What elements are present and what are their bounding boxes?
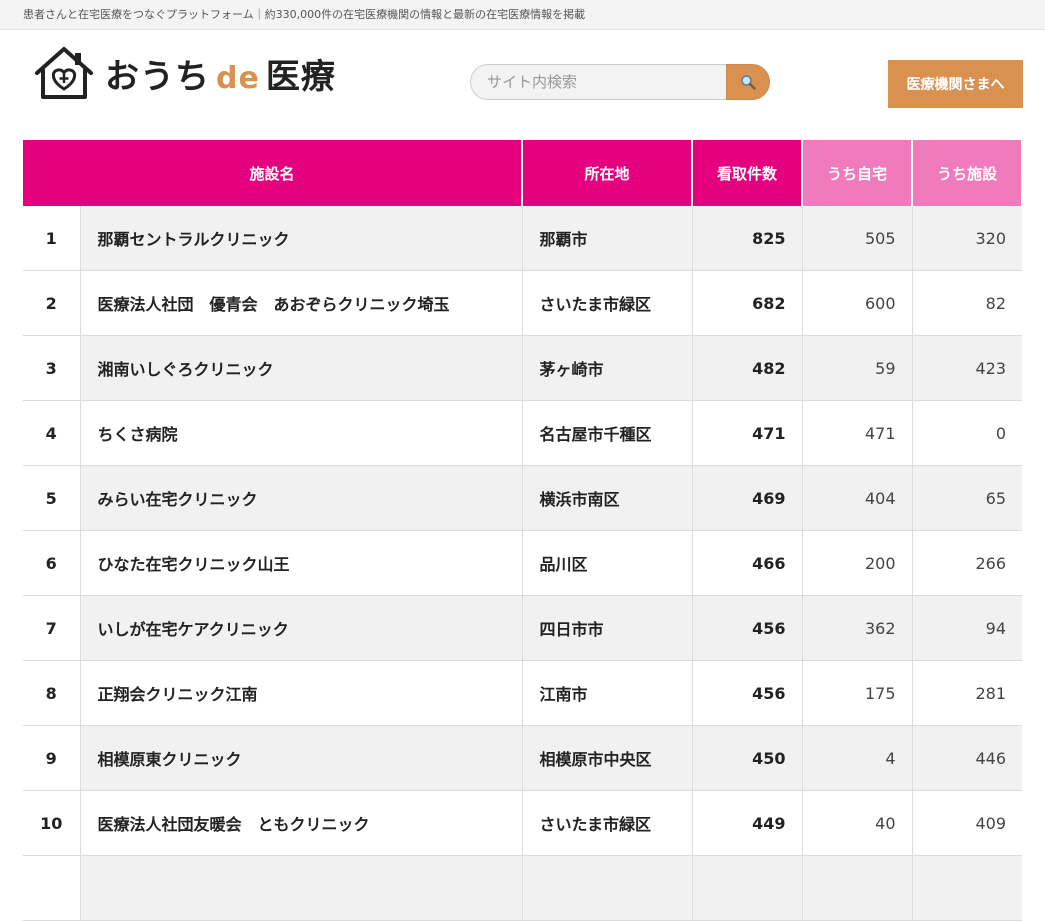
facility-count: 409 [912,790,1023,856]
facility-location-empty [522,855,693,921]
home-count: 40 [802,790,913,856]
rank-number: 9 [23,725,81,791]
facility-location: 横浜市南区 [522,465,693,531]
total-count: 471 [692,400,803,466]
site-logo[interactable]: おうち de 医療 [33,45,336,101]
rank-number: 3 [23,335,81,401]
home-count: 600 [802,270,913,336]
table-row: 10 医療法人社団友暖会 ともクリニック さいたま市緑区 449 40 409 [23,790,1023,856]
site-search [470,64,770,100]
facility-location: 江南市 [522,660,693,726]
table-row: 3 湘南いしぐろクリニック 茅ヶ崎市 482 59 423 [23,335,1023,401]
facility-name[interactable]: 正翔会クリニック江南 [80,660,523,726]
rank-number: 7 [23,595,81,661]
facility-name[interactable]: 医療法人社団 優青会 あおぞらクリニック埼玉 [80,270,523,336]
site-header: おうち de 医療 医療機関さまへ [0,30,1045,140]
search-button[interactable] [726,64,770,100]
home-count: 200 [802,530,913,596]
facility-name[interactable]: ちくさ病院 [80,400,523,466]
table-row: 4 ちくさ病院 名古屋市千種区 471 471 0 [23,400,1023,466]
home-count: 404 [802,465,913,531]
home-count: 505 [802,206,913,271]
table-row: 8 正翔会クリニック江南 江南市 456 175 281 [23,660,1023,726]
total-count: 450 [692,725,803,791]
home-count: 471 [802,400,913,466]
column-header-location: 所在地 [522,140,694,206]
home-count: 362 [802,595,913,661]
logo-text-iryo: 医療 [265,56,336,97]
facility-name[interactable]: 相模原東クリニック [80,725,523,791]
column-header-facility: うち施設 [912,140,1024,206]
facility-name[interactable]: 湘南いしぐろクリニック [80,335,523,401]
facility-location: さいたま市緑区 [522,270,693,336]
facility-location: さいたま市緑区 [522,790,693,856]
search-icon [741,75,756,90]
rank-number: 4 [23,400,81,466]
table-row: 6 ひなた在宅クリニック山王 品川区 466 200 266 [23,530,1023,596]
facility-location: 相模原市中央区 [522,725,693,791]
total-count: 466 [692,530,803,596]
table-row: 2 医療法人社団 優青会 あおぞらクリニック埼玉 さいたま市緑区 682 600… [23,270,1023,336]
facility-location: 名古屋市千種区 [522,400,693,466]
facility-location: 茅ヶ崎市 [522,335,693,401]
facility-name[interactable]: 那覇セントラルクリニック [80,206,523,271]
home-count-empty [802,855,913,921]
rank-number: 6 [23,530,81,596]
total-count: 456 [692,595,803,661]
house-heart-icon [35,47,93,99]
facility-count: 446 [912,725,1023,791]
facility-name[interactable]: 医療法人社団友暖会 ともクリニック [80,790,523,856]
table-row: 5 みらい在宅クリニック 横浜市南区 469 404 65 [23,465,1023,531]
facility-name[interactable]: みらい在宅クリニック [80,465,523,531]
home-count: 4 [802,725,913,791]
facility-location: 品川区 [522,530,693,596]
facility-count-empty [912,855,1023,921]
table-row: 7 いしが在宅ケアクリニック 四日市市 456 362 94 [23,595,1023,661]
facility-count: 82 [912,270,1023,336]
rank-number: 1 [23,206,81,271]
facility-name-empty [80,855,523,921]
for-medical-institutions-button[interactable]: 医療機関さまへ [888,60,1023,108]
rank-number-empty [23,855,81,921]
facility-count: 65 [912,465,1023,531]
facility-count: 94 [912,595,1023,661]
facility-name[interactable]: いしが在宅ケアクリニック [80,595,523,661]
home-count: 175 [802,660,913,726]
site-tagline: 患者さんと在宅医療をつなぐプラットフォーム｜約330,000件の在宅医療機関の情… [23,8,586,21]
table-row-partial [23,855,1023,921]
rank-number: 5 [23,465,81,531]
facility-count: 423 [912,335,1023,401]
total-count: 825 [692,206,803,271]
search-input[interactable] [470,64,726,100]
facility-count: 0 [912,400,1023,466]
facility-count: 266 [912,530,1023,596]
facility-count: 320 [912,206,1023,271]
table-row: 1 那覇セントラルクリニック 那覇市 825 505 320 [23,206,1023,271]
table-row: 9 相模原東クリニック 相模原市中央区 450 4 446 [23,725,1023,791]
facility-count: 281 [912,660,1023,726]
rank-number: 2 [23,270,81,336]
column-header-total: 看取件数 [692,140,804,206]
total-count-empty [692,855,803,921]
facility-name[interactable]: ひなた在宅クリニック山王 [80,530,523,596]
column-header-home: うち自宅 [802,140,914,206]
total-count: 456 [692,660,803,726]
total-count: 482 [692,335,803,401]
logo-text-de: de [216,60,260,96]
ranking-table: 施設名 所在地 看取件数 うち自宅 うち施設 1 那覇セントラルクリニック 那覇… [23,140,1024,921]
column-header-name: 施設名 [23,140,524,206]
total-count: 469 [692,465,803,531]
logo-wordmark: おうち de 医療 [105,49,336,98]
home-count: 59 [802,335,913,401]
facility-location: 那覇市 [522,206,693,271]
table-header-row: 施設名 所在地 看取件数 うち自宅 うち施設 [23,140,1024,206]
site-tagline-bar: 患者さんと在宅医療をつなぐプラットフォーム｜約330,000件の在宅医療機関の情… [0,0,1045,30]
rank-number: 8 [23,660,81,726]
facility-location: 四日市市 [522,595,693,661]
logo-text-ouchi: おうち [105,56,210,97]
total-count: 682 [692,270,803,336]
rank-number: 10 [23,790,81,856]
total-count: 449 [692,790,803,856]
